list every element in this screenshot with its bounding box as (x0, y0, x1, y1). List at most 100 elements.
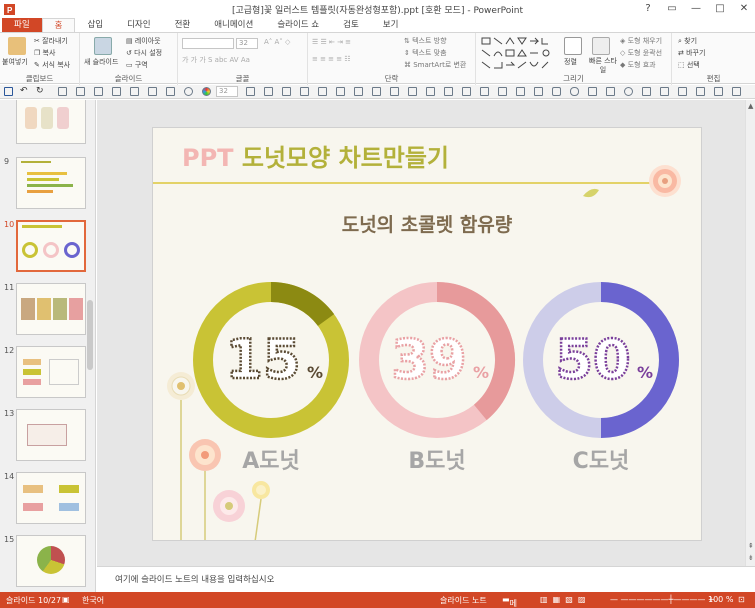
slide-thumbnail-13[interactable]: 13 (0, 409, 95, 471)
qa-tool-23-icon[interactable] (516, 87, 525, 96)
tab-file[interactable]: 파일 (2, 18, 42, 32)
chart-title[interactable]: 도넛의 초콜렛 함유량 (153, 210, 701, 237)
tab-animations[interactable]: 애니메이션 (202, 18, 265, 32)
next-slide-icon[interactable]: ⇟ (748, 554, 754, 562)
tab-insert[interactable]: 삽입 (75, 18, 115, 32)
align-text-button[interactable]: ⇕ 텍스트 맞춤 (404, 48, 447, 58)
format-painter-button[interactable]: ✎ 서식 복사 (34, 60, 70, 70)
notes-pane[interactable]: 여기에 슬라이드 노트의 내용을 입력하십시오 (97, 566, 755, 592)
qa-tool-9-icon[interactable] (264, 87, 273, 96)
zoom-level[interactable]: 100 % (708, 595, 733, 604)
slide-thumbnail-14[interactable]: 14 (0, 472, 95, 534)
spellcheck-icon[interactable]: ▣ (62, 595, 70, 604)
zoom-slider[interactable]: — ——————┼———— + (610, 595, 715, 604)
list-buttons[interactable]: ☰ ☰ ⇤ ⇥ ≡ (312, 38, 351, 46)
notes-toggle[interactable]: 슬라이드 노트 (440, 595, 487, 606)
ribbon-display-button[interactable]: ▭ (665, 2, 679, 15)
arrange-icon[interactable] (564, 37, 582, 55)
cut-button[interactable]: ✂ 잘라내기 (34, 36, 68, 46)
paste-icon[interactable] (8, 37, 26, 55)
align-buttons[interactable]: ≡ ≡ ≡ ≡ ☷ (312, 55, 351, 63)
slide-thumbnail-8[interactable] (0, 100, 95, 154)
qa-tool-1-icon[interactable] (76, 87, 85, 96)
undo-icon[interactable]: ↶ (20, 87, 29, 96)
qa-tool-12-icon[interactable] (318, 87, 327, 96)
tab-home[interactable]: 홈 (41, 18, 76, 32)
help-button[interactable]: ? (641, 2, 655, 15)
qa-tool-28-icon[interactable] (678, 87, 687, 96)
qa-tool-29-icon[interactable] (696, 87, 705, 96)
qa-tool-22-icon[interactable] (498, 87, 507, 96)
shape-fill-button[interactable]: ◈ 도형 채우기 (620, 36, 662, 46)
text-direction-button[interactable]: ⇅ 텍스트 방향 (404, 36, 447, 46)
qa-tool-24-icon[interactable] (588, 87, 597, 96)
start-slideshow-icon[interactable] (58, 87, 67, 96)
minimize-button[interactable]: — (689, 2, 703, 15)
replace-button[interactable]: ⇄ 바꾸기 (678, 48, 705, 58)
shape-effects-button[interactable]: ◆ 도형 효과 (620, 60, 656, 70)
qa-tool-2-icon[interactable] (94, 87, 103, 96)
slide-thumbnail-10[interactable]: 10 (0, 220, 95, 282)
prev-slide-icon[interactable]: ⇞ (748, 542, 754, 550)
slide-thumbnail-11[interactable]: 11 (0, 283, 95, 345)
view-buttons[interactable]: ▥ ▦ ▧ ▨ (540, 595, 586, 604)
new-slide-icon[interactable] (94, 37, 112, 55)
rounded-rect-shape-icon[interactable] (552, 87, 561, 96)
qa-tool-10-icon[interactable] (282, 87, 291, 96)
quick-styles-icon[interactable] (592, 37, 610, 55)
font-grow-shrink-icon[interactable]: A˄ A˅ ◇ (264, 38, 290, 46)
scroll-up-icon[interactable]: ▲ (748, 102, 753, 110)
font-name-box[interactable] (182, 38, 234, 49)
qa-tool-19-icon[interactable] (444, 87, 453, 96)
thumbnail-scrollbar[interactable] (87, 300, 93, 370)
tab-review[interactable]: 검토 (331, 18, 371, 32)
select-button[interactable]: ⬚ 선택 (678, 60, 700, 70)
qa-tool-17-icon[interactable] (408, 87, 417, 96)
qa-tool-5-icon[interactable] (148, 87, 157, 96)
arrange-button[interactable]: 정렬 (564, 57, 577, 67)
qa-tool-7-icon[interactable] (184, 87, 193, 96)
canvas-scrollbar[interactable]: ▲ ⇞ ⇟ (745, 100, 755, 566)
qa-tool-16-icon[interactable] (390, 87, 399, 96)
maximize-button[interactable]: □ (713, 2, 727, 15)
qa-tool-11-icon[interactable] (300, 87, 309, 96)
slide-thumbnail-12[interactable]: 12 (0, 346, 95, 408)
qa-tool-3-icon[interactable] (112, 87, 121, 96)
circle-shape-icon[interactable] (624, 87, 633, 96)
qa-tool-25-icon[interactable] (606, 87, 615, 96)
qa-tool-21-icon[interactable] (480, 87, 489, 96)
font-style-buttons[interactable]: 가 가 가 S abc AV Aa (182, 55, 250, 65)
section-button[interactable]: ▭ 구역 (126, 60, 148, 70)
font-size-box[interactable]: 32 (236, 38, 258, 49)
qa-tool-20-icon[interactable] (462, 87, 471, 96)
reset-button[interactable]: ↺ 다시 설정 (126, 48, 162, 58)
qa-tool-14-icon[interactable] (354, 87, 363, 96)
shapes-gallery-icon[interactable] (480, 36, 558, 74)
close-button[interactable]: ✕ (737, 2, 751, 15)
qa-tool-15-icon[interactable] (372, 87, 381, 96)
tab-design[interactable]: 디자인 (115, 18, 162, 32)
qa-tool-6-icon[interactable] (166, 87, 175, 96)
rectangle-shape-icon[interactable] (534, 87, 543, 96)
find-button[interactable]: ⌕ 찾기 (678, 36, 697, 46)
slide-thumbnail-9[interactable]: 9 (0, 157, 95, 219)
tab-view[interactable]: 보기 (371, 18, 411, 32)
save-icon[interactable] (4, 87, 13, 96)
tab-slideshow[interactable]: 슬라이드 쇼 (265, 18, 331, 32)
color-picker-icon[interactable] (202, 87, 211, 96)
new-slide-button[interactable]: 새 슬라이드 (84, 57, 118, 67)
paste-button[interactable]: 붙여넣기 (2, 57, 28, 67)
qa-tool-8-icon[interactable] (246, 87, 255, 96)
qa-tool-30-icon[interactable] (714, 87, 723, 96)
smartart-button[interactable]: ⌘ SmartArt로 변환 (404, 60, 466, 70)
redo-icon[interactable]: ↻ (36, 87, 45, 96)
tab-transitions[interactable]: 전환 (163, 18, 203, 32)
layout-button[interactable]: ▤ 레이아웃 (126, 36, 161, 46)
slide-thumbnail-15[interactable]: 15 (0, 535, 95, 592)
qa-tool-13-icon[interactable] (336, 87, 345, 96)
qa-tool-26-icon[interactable] (642, 87, 651, 96)
qa-tool-18-icon[interactable] (426, 87, 435, 96)
shape-outline-button[interactable]: ◇ 도형 윤곽선 (620, 48, 662, 58)
qa-tool-31-icon[interactable] (732, 87, 741, 96)
fit-to-window-icon[interactable]: ⊡ (738, 595, 745, 604)
